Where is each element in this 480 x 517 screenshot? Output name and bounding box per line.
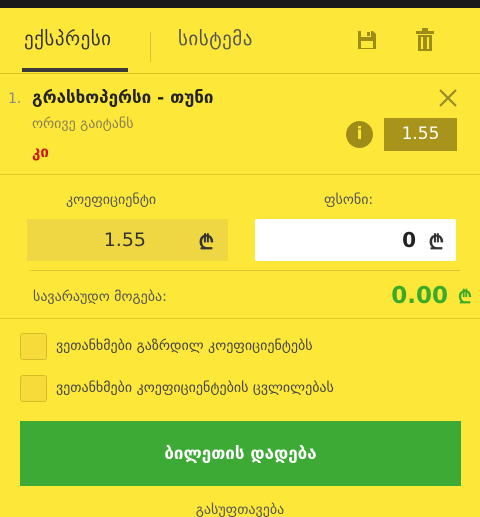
selection-name: კი bbox=[32, 143, 49, 161]
coefficient-field: 1.55 ₾ bbox=[27, 219, 228, 261]
place-bet-button[interactable]: ბილეთის დადება bbox=[20, 421, 461, 486]
checkbox-box[interactable] bbox=[20, 332, 47, 360]
potential-win-value: 0.00 bbox=[391, 283, 448, 309]
checkbox-box[interactable] bbox=[20, 374, 47, 402]
accept-odds-changes-checkbox[interactable]: ვეთანხმები კოეფიციენტების ცვლილებას bbox=[20, 374, 334, 402]
stake-value: 0 bbox=[402, 228, 416, 252]
info-icon[interactable]: i bbox=[346, 121, 373, 148]
divider bbox=[0, 318, 480, 319]
divider bbox=[30, 270, 460, 271]
odds-badge: 1.55 bbox=[384, 118, 457, 151]
accept-higher-odds-checkbox[interactable]: ვეთანხმები გაზრდილ კოეფიციენტებს bbox=[20, 332, 313, 360]
bet-index: 1. bbox=[8, 91, 22, 107]
match-title: გრასხოპერსი - თუნი bbox=[32, 88, 214, 108]
lari-icon: ₾ bbox=[198, 230, 214, 254]
tab-express[interactable]: ექსპრესი bbox=[24, 28, 128, 50]
lari-icon: ₾ bbox=[428, 230, 444, 254]
stake-input[interactable]: 0 ₾ bbox=[255, 219, 456, 261]
stake-label: ფსონი: bbox=[324, 192, 374, 208]
save-button[interactable] bbox=[353, 26, 381, 54]
delete-all-button[interactable] bbox=[411, 26, 439, 54]
tab-system[interactable]: სისტემა bbox=[178, 28, 253, 50]
tab-divider bbox=[150, 32, 151, 62]
coefficient-label: კოეფიციენტი bbox=[66, 192, 157, 208]
top-bar bbox=[0, 0, 480, 8]
trash-icon bbox=[416, 28, 434, 51]
checkbox-label: ვეთანხმები კოეფიციენტების ცვლილებას bbox=[56, 380, 334, 396]
checkbox-label: ვეთანხმები გაზრდილ კოეფიციენტებს bbox=[56, 338, 313, 354]
bet-item: 1. გრასხოპერსი - თუნი ორივე გაიტანს კი i… bbox=[0, 75, 480, 175]
close-icon bbox=[439, 89, 457, 107]
lari-icon: ₾ bbox=[458, 287, 472, 308]
market-name: ორივე გაიტანს bbox=[32, 116, 134, 132]
potential-win-label: სავარაუდო მოგება: bbox=[33, 289, 167, 305]
coefficient-value: 1.55 bbox=[103, 229, 146, 251]
clear-button[interactable]: გასუფთავება bbox=[0, 502, 480, 517]
active-tab-indicator bbox=[22, 68, 128, 72]
betslip-tabs: ექსპრესი სისტემა bbox=[0, 8, 480, 74]
save-icon bbox=[358, 31, 376, 49]
remove-bet-button[interactable] bbox=[436, 86, 460, 110]
